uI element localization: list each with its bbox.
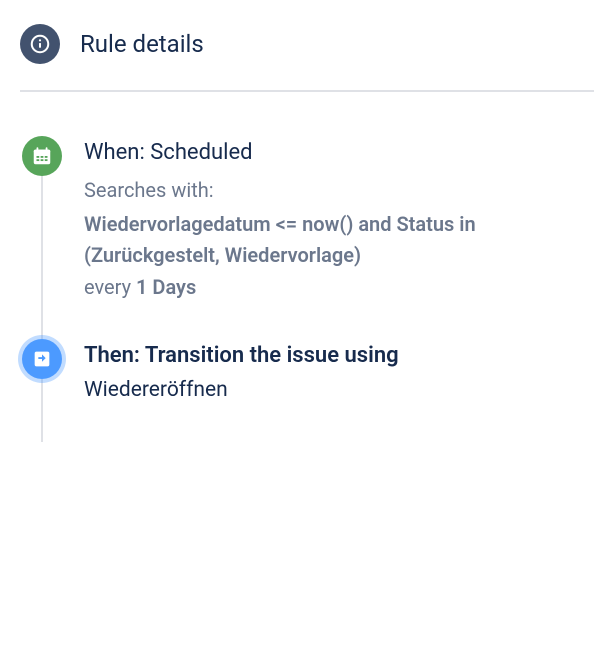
rule-timeline: When: Scheduled Searches with: Wiedervor… [20, 136, 594, 442]
trigger-query: Wiedervorlagedatum <= now() and Status i… [84, 209, 594, 271]
trigger-step[interactable]: When: Scheduled Searches with: Wiedervor… [22, 136, 594, 339]
action-title: Then: Transition the issue using [84, 343, 594, 368]
action-icon-column [22, 339, 62, 442]
rule-details-header[interactable]: Rule details [20, 20, 594, 90]
transition-icon [22, 339, 62, 379]
rule-details-title: Rule details [80, 30, 204, 58]
trigger-title: When: Scheduled [84, 140, 594, 165]
freq-value: 1 Days [136, 275, 196, 299]
divider [20, 90, 594, 92]
trigger-icon-column [22, 136, 62, 339]
freq-prefix: every [84, 275, 136, 299]
trigger-frequency: every 1 Days [84, 275, 594, 299]
connector-line [41, 379, 43, 442]
info-icon [20, 24, 60, 64]
searches-with-label: Searches with: [84, 175, 594, 205]
calendar-icon [22, 136, 62, 176]
action-content: Then: Transition the issue using Wiedere… [84, 339, 594, 442]
action-step[interactable]: Then: Transition the issue using Wiedere… [22, 339, 594, 442]
connector-line [41, 176, 43, 339]
trigger-content: When: Scheduled Searches with: Wiedervor… [84, 136, 594, 339]
action-transition-name: Wiedereröffnen [84, 378, 594, 402]
